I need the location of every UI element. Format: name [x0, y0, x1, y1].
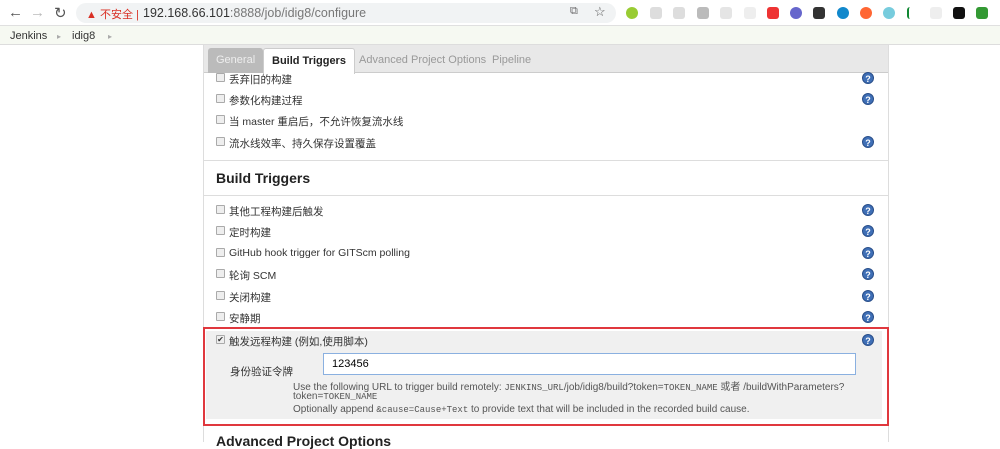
checkbox[interactable] — [216, 226, 225, 235]
option-label: 参数化构建过程 — [229, 95, 303, 107]
extension-icon[interactable] — [697, 7, 709, 19]
breadcrumb-job[interactable]: idig8 — [72, 30, 95, 42]
option-label: 丢弃旧的构建 — [229, 74, 292, 86]
warning-icon: ▲ 不安全 | — [86, 9, 139, 21]
translate-icon[interactable]: ⧉ — [570, 5, 578, 18]
section-heading-build-triggers: Build Triggers — [216, 170, 311, 186]
extension-icon[interactable] — [626, 7, 638, 19]
divider — [204, 160, 888, 161]
trigger-quiet-period: 安静期? — [214, 308, 878, 328]
help-icon[interactable]: ? — [862, 311, 874, 323]
help-icon[interactable]: ? — [862, 204, 874, 216]
option-label: GitHub hook trigger for GITScm polling — [229, 247, 410, 259]
help-icon[interactable]: ? — [862, 268, 874, 280]
trigger-periodic: 定时构建? — [214, 222, 878, 242]
extension-icon[interactable] — [907, 7, 919, 19]
extension-icon[interactable] — [837, 7, 849, 19]
help-icon[interactable]: ? — [862, 225, 874, 237]
highlight-box — [203, 327, 889, 426]
browser-toolbar: ← → ↻ ▲ 不安全 | 192.168.66.101:8888/job/id… — [0, 0, 1000, 26]
extension-icon[interactable] — [953, 7, 965, 19]
option-label: 关闭构建 — [229, 292, 271, 304]
option-parameterized: 参数化构建过程? — [214, 90, 878, 110]
url-text: 192.168.66.101:8888/job/idig8/configure — [143, 6, 367, 20]
help-icon[interactable]: ? — [862, 290, 874, 302]
divider — [204, 195, 888, 196]
option-label: 其他工程构建后触发 — [229, 206, 324, 218]
help-icon[interactable]: ? — [862, 247, 874, 259]
extension-icon[interactable] — [883, 7, 895, 19]
help-icon[interactable]: ? — [862, 93, 874, 105]
help-icon[interactable]: ? — [862, 136, 874, 148]
extension-icon[interactable] — [720, 7, 732, 19]
option-label: 流水线效率、持久保存设置覆盖 — [229, 138, 376, 150]
bookmark-star-icon[interactable]: ☆ — [594, 4, 606, 20]
section-heading-advanced: Advanced Project Options — [216, 433, 392, 449]
extension-icon[interactable] — [767, 7, 779, 19]
extension-icon[interactable] — [930, 7, 942, 19]
extension-icon[interactable] — [860, 7, 872, 19]
checkbox[interactable] — [216, 205, 225, 214]
trigger-github-hook: GitHub hook trigger for GITScm polling? — [214, 244, 878, 264]
checkbox[interactable] — [216, 73, 225, 82]
chevron-right-icon[interactable]: ▸ — [108, 32, 112, 41]
trigger-poll-scm: 轮询 SCM? — [214, 265, 878, 285]
checkbox[interactable] — [216, 291, 225, 300]
option-no-resume: 当 master 重启后，不允许恢复流水线 — [214, 111, 878, 131]
trigger-after-other-projects: 其他工程构建后触发? — [214, 201, 878, 221]
breadcrumb: Jenkins ▸ idig8 ▸ — [0, 26, 1000, 45]
extension-icon[interactable] — [813, 7, 825, 19]
security-label: 不安全 — [99, 9, 133, 21]
option-durability: 流水线效率、持久保存设置覆盖? — [214, 133, 878, 153]
option-label: 轮询 SCM — [229, 270, 277, 282]
checkbox[interactable] — [216, 115, 225, 124]
option-label: 当 master 重启后，不允许恢复流水线 — [229, 116, 404, 128]
chevron-right-icon[interactable]: ▸ — [57, 32, 61, 41]
option-label: 定时构建 — [229, 227, 271, 239]
reload-icon[interactable]: ↻ — [54, 4, 67, 22]
option-discard-old-builds: 丢弃旧的构建? — [214, 69, 878, 89]
breadcrumb-jenkins[interactable]: Jenkins — [10, 30, 47, 42]
checkbox[interactable] — [216, 248, 225, 257]
forward-icon[interactable]: → — [30, 4, 45, 21]
checkbox[interactable] — [216, 94, 225, 103]
trigger-disable-build: 关闭构建? — [214, 287, 878, 307]
help-icon[interactable]: ? — [862, 72, 874, 84]
extension-icon[interactable] — [673, 7, 685, 19]
checkbox[interactable] — [216, 137, 225, 146]
extension-icon[interactable] — [744, 7, 756, 19]
extension-icon[interactable] — [790, 7, 802, 19]
address-bar[interactable]: ▲ 不安全 | 192.168.66.101:8888/job/idig8/co… — [76, 3, 616, 23]
checkbox[interactable] — [216, 269, 225, 278]
extension-icon[interactable] — [976, 7, 988, 19]
checkbox[interactable] — [216, 312, 225, 321]
back-icon[interactable]: ← — [8, 4, 23, 21]
extension-icon[interactable] — [650, 7, 662, 19]
option-label: 安静期 — [229, 313, 261, 325]
